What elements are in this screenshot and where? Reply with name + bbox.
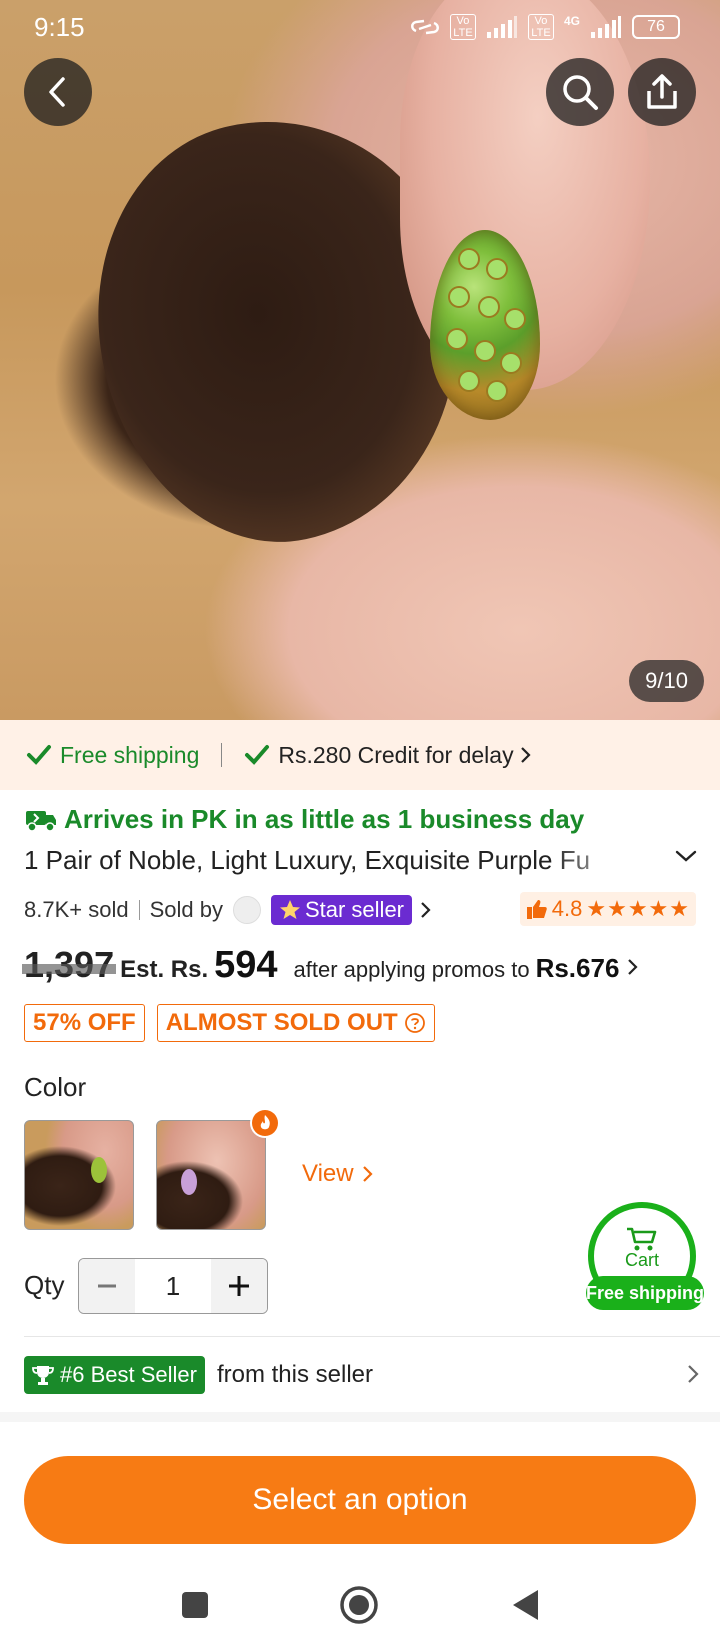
color-label: Color (24, 1072, 87, 1102)
status-icons: Vo LTE Vo LTE 4G 76 (410, 14, 680, 40)
network-type-4g: 4G (563, 14, 580, 28)
trophy-icon (32, 1366, 54, 1385)
chevron-left-icon (49, 77, 65, 107)
rating-badge[interactable]: 4.8 ★★★★★ (519, 892, 696, 926)
cart-free-shipping-tag: Free shipping (586, 1276, 704, 1310)
est-price-value: 594 (214, 944, 278, 986)
view-link-label: View (302, 1160, 354, 1187)
best-seller-row[interactable]: #6 Best Seller from this seller (24, 1354, 700, 1396)
view-all-colors-link[interactable]: View (302, 1160, 374, 1188)
section-divider (24, 1336, 720, 1337)
share-button[interactable] (628, 58, 696, 126)
rating-value: 4.8 (551, 896, 583, 921)
cart-button[interactable]: Cart Free shipping (586, 1202, 704, 1314)
banner-divider (221, 743, 223, 767)
meta-divider (138, 900, 140, 920)
home-button[interactable] (334, 1580, 384, 1630)
chevron-down-icon (675, 850, 697, 862)
expand-title-button[interactable] (674, 848, 698, 869)
recents-button[interactable] (170, 1580, 220, 1630)
chevron-right-icon[interactable] (418, 900, 432, 920)
est-price-label: Est. Rs. (120, 956, 209, 983)
system-nav-bar (0, 1560, 720, 1650)
check-icon (245, 745, 270, 765)
delivery-truck-icon (26, 810, 56, 832)
color-swatch-purple[interactable] (156, 1120, 266, 1230)
qty-label: Qty (24, 1270, 65, 1300)
star-seller-label: Star seller (304, 897, 405, 922)
share-icon (647, 74, 677, 109)
stock-badge[interactable]: ALMOST SOLD OUT (156, 1004, 435, 1042)
chevron-right-icon (520, 747, 531, 763)
arrival-text: Arrives in PK in as little as 1 business… (64, 804, 585, 834)
delay-credit-label: Rs.280 Credit for delay (278, 741, 514, 768)
plus-icon (229, 1276, 249, 1296)
minus-icon (98, 1284, 116, 1288)
triangle-back-icon (513, 1590, 538, 1620)
cart-icon (627, 1227, 657, 1250)
sold-by-label: Sold by (149, 897, 223, 922)
signal-icon-1 (486, 16, 517, 38)
square-icon (182, 1592, 208, 1618)
best-seller-badge: #6 Best Seller (24, 1356, 205, 1394)
back-button[interactable] (24, 58, 92, 126)
star-icon (279, 900, 300, 919)
seller-logo[interactable] (232, 896, 261, 924)
promo-text: after applying promos to (293, 957, 530, 982)
swatch-gem (91, 1157, 107, 1183)
volte-icon-2: Vo LTE (527, 14, 554, 40)
home-circle-icon (340, 1586, 378, 1624)
product-title[interactable]: 1 Pair of Noble, Light Luxury, Exquisite… (24, 845, 644, 876)
volte-icon-1: Vo LTE (449, 14, 476, 40)
battery-icon: 76 (632, 15, 680, 39)
image-counter: 9/10 (629, 660, 704, 702)
hot-badge (250, 1108, 280, 1138)
search-icon (563, 75, 598, 110)
best-seller-text: from this seller (216, 1361, 374, 1388)
qty-value[interactable]: 1 (135, 1271, 211, 1302)
free-shipping-label: Free shipping (60, 741, 200, 768)
star-seller-badge[interactable]: Star seller (270, 895, 413, 925)
best-seller-label: #6 Best Seller (60, 1362, 197, 1387)
signal-icon-2 (591, 16, 621, 38)
select-option-button[interactable]: Select an option (24, 1456, 696, 1544)
original-price: 1,397 (24, 944, 115, 985)
check-icon (27, 745, 51, 765)
swatch-gem (181, 1169, 197, 1195)
section-spacer (0, 1412, 720, 1422)
color-swatch-green[interactable] (24, 1120, 134, 1230)
cart-label: Cart (624, 1249, 659, 1270)
sold-count: 8.7K+ sold (24, 897, 129, 922)
promo-badges: 57% OFF ALMOST SOLD OUT (24, 1004, 435, 1042)
flame-icon (252, 1110, 278, 1136)
chevron-right-icon (362, 1166, 373, 1182)
discount-badge: 57% OFF (24, 1004, 145, 1042)
status-bar: 9:15 Vo LTE Vo LTE 4G 76 (0, 0, 720, 56)
search-button[interactable] (546, 58, 614, 126)
back-nav-button[interactable] (500, 1580, 550, 1630)
promo-price[interactable]: Rs.676 (536, 953, 620, 984)
product-image[interactable] (0, 0, 720, 720)
qty-decrease-button[interactable] (79, 1259, 135, 1313)
help-icon (404, 1013, 425, 1033)
shipping-banner[interactable]: Free shipping Rs.280 Credit for delay (0, 720, 720, 790)
chevron-right-icon[interactable] (625, 957, 639, 977)
price-row: 1,397 Est. Rs. 594 after applying promos… (24, 944, 639, 987)
qty-increase-button[interactable] (211, 1259, 267, 1313)
status-time: 9:15 (34, 12, 85, 42)
arrival-info: Arrives in PK in as little as 1 business… (24, 804, 584, 835)
link-icon (411, 19, 439, 35)
rating-stars: ★★★★★ (586, 896, 690, 921)
chevron-right-icon (688, 1365, 699, 1383)
thumbs-up-icon (526, 900, 547, 919)
quantity-stepper: 1 (78, 1258, 268, 1314)
stock-badge-label: ALMOST SOLD OUT (165, 1009, 398, 1036)
